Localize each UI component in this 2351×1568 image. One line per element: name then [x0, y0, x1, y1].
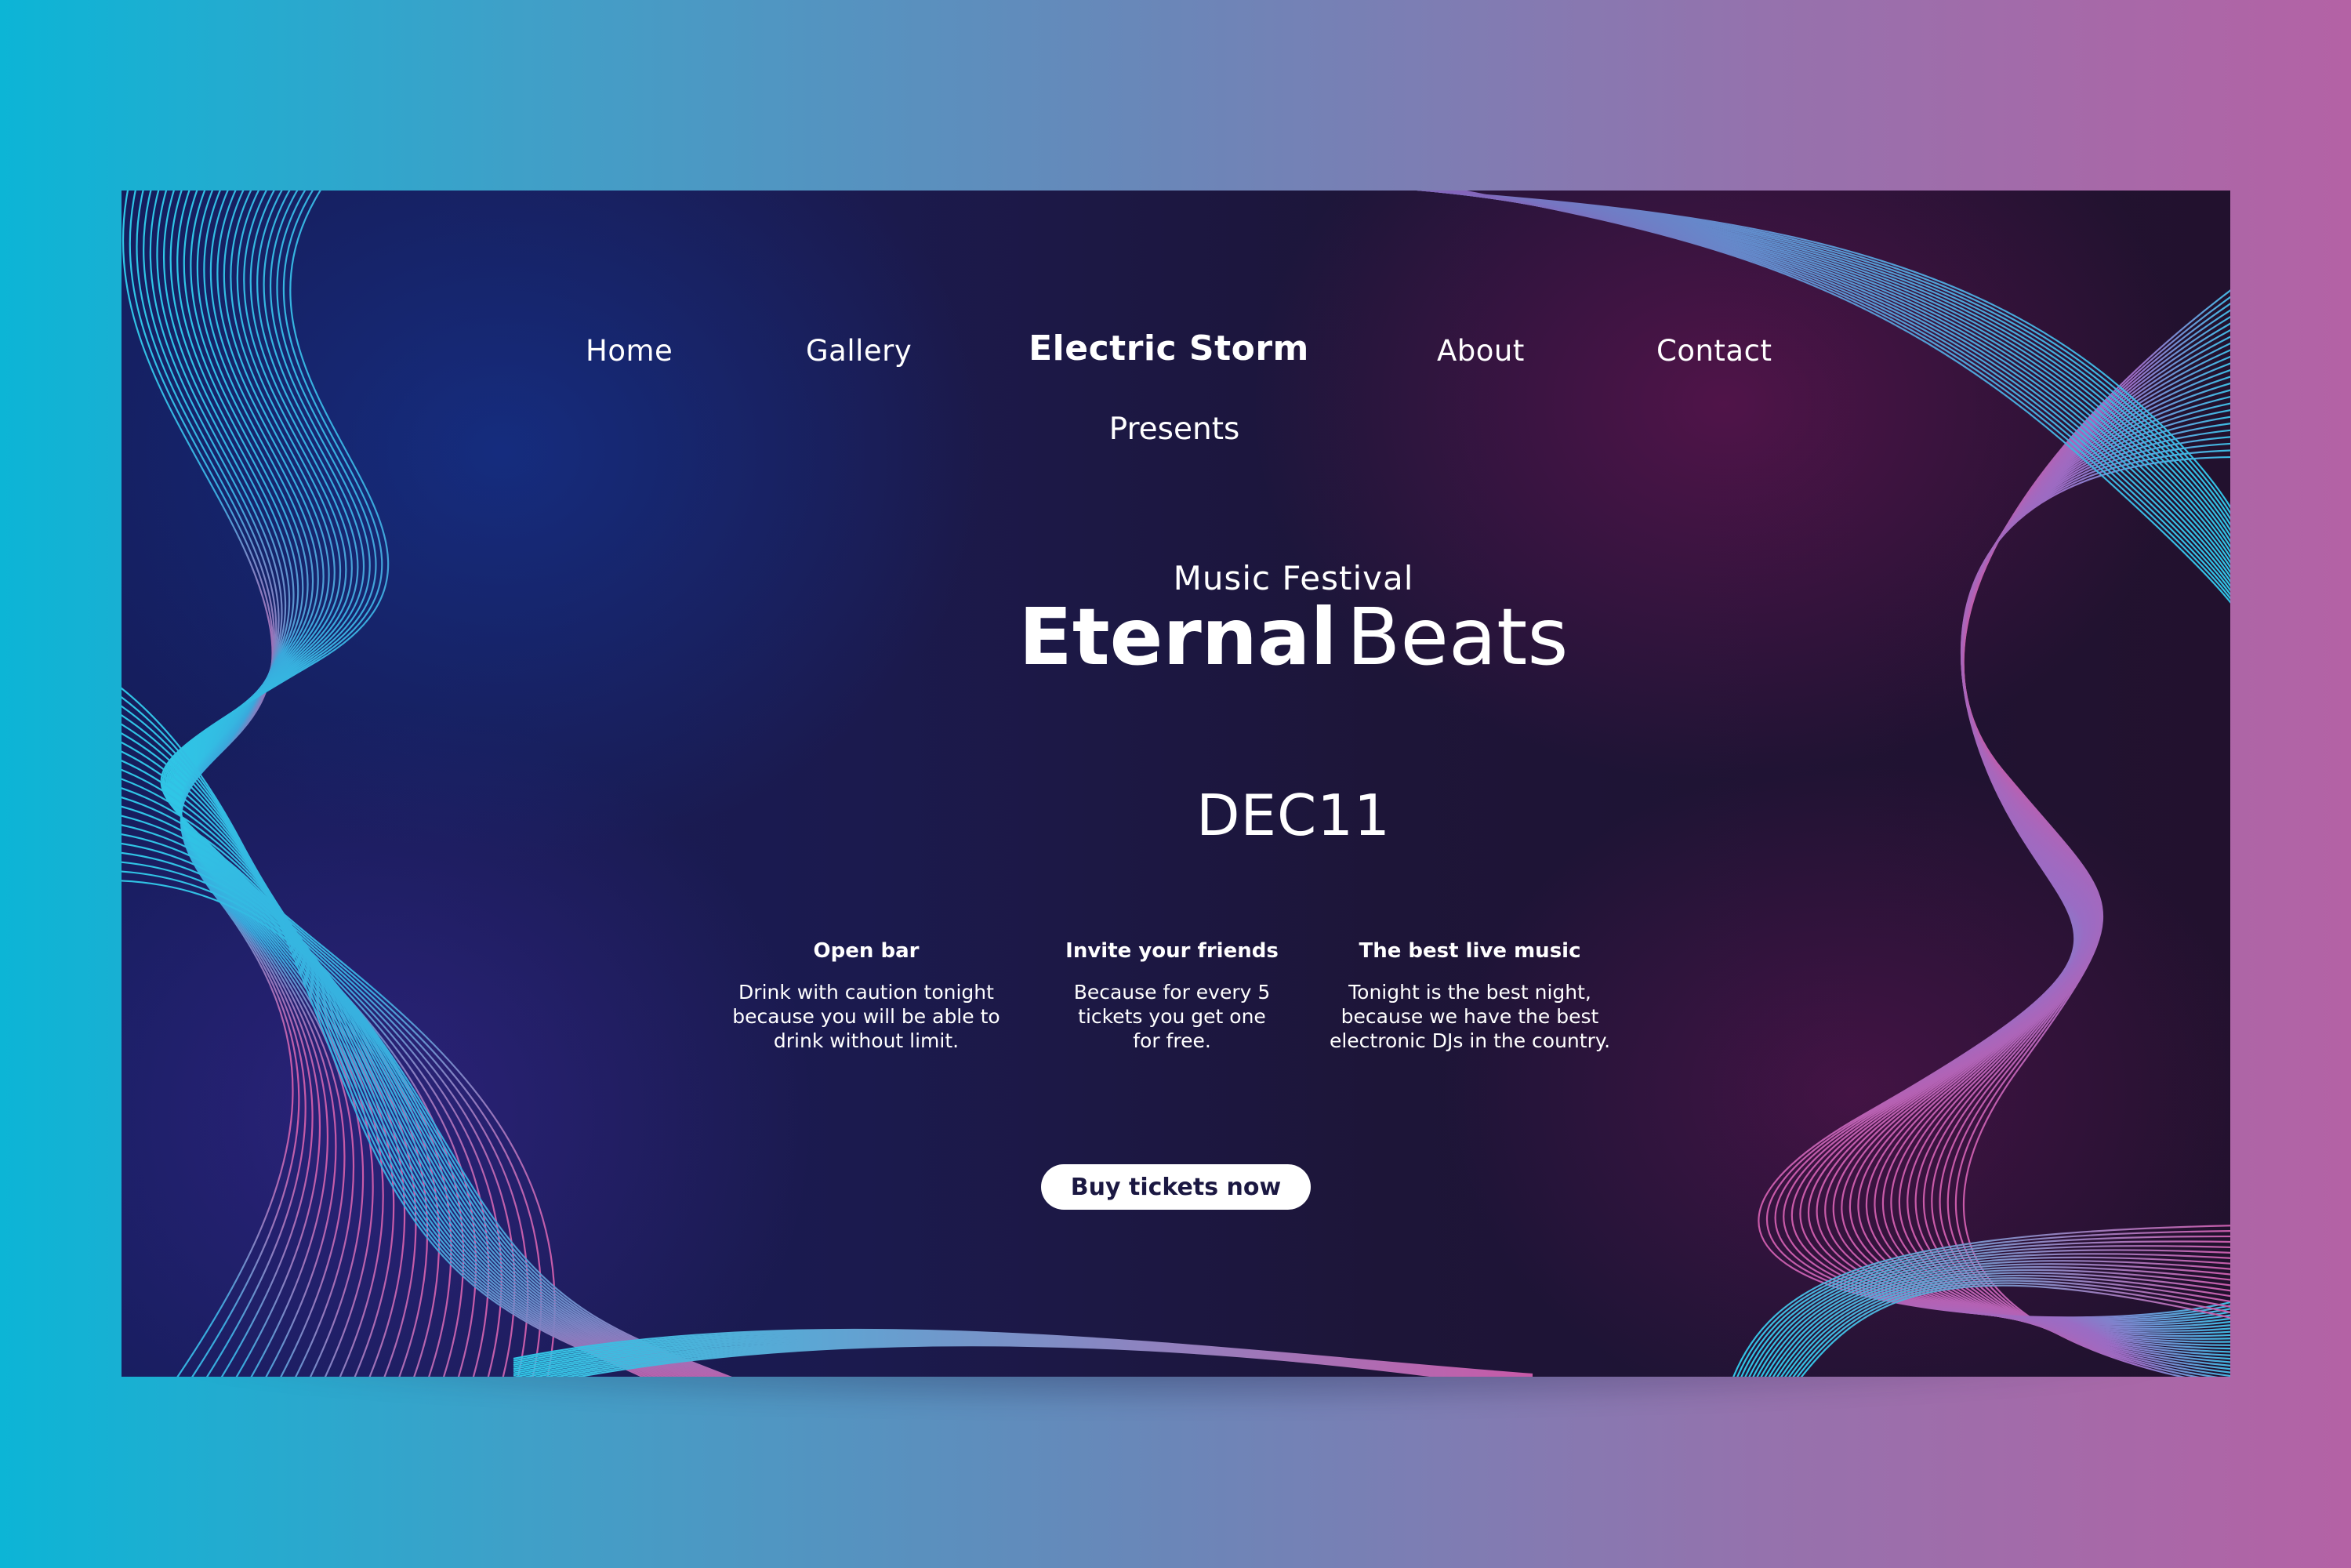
- feature-description: Drink with caution tonight because you w…: [702, 980, 1031, 1053]
- nav-contact-link[interactable]: Contact: [1656, 334, 1772, 368]
- wave-line: [122, 851, 720, 1377]
- wave-line: [122, 723, 662, 1377]
- wave-line: [1816, 409, 2230, 1330]
- wave-line: [122, 870, 728, 1377]
- feature-line: Drink with caution tonight: [738, 981, 994, 1004]
- wave-line: [129, 191, 300, 1377]
- right-wave-lines: [1758, 289, 2230, 1377]
- feature-title: Open bar: [813, 939, 920, 963]
- wave-line: [122, 861, 724, 1377]
- feature-line: for free.: [1133, 1029, 1211, 1052]
- hero-title-light: Beats: [1346, 591, 1569, 683]
- hero-title-bold: Eternal: [1018, 591, 1337, 683]
- brand-name[interactable]: Electric Storm: [934, 328, 1404, 368]
- event-date: DEC11: [1196, 782, 1391, 848]
- feature-line: Tonight is the best night,: [1348, 981, 1591, 1004]
- wave-line: [1790, 429, 2230, 1324]
- feature-line: electronic DJs in the country.: [1329, 1029, 1611, 1052]
- wave-line: [176, 191, 417, 1377]
- feature-description: Because for every 5 tickets you get one …: [1047, 980, 1297, 1053]
- wave-line: [122, 833, 712, 1377]
- feature-description: Tonight is the best night, because we ha…: [1305, 980, 1634, 1053]
- feature-line: drink without limit.: [773, 1029, 960, 1052]
- feature-live-music: The best live music Tonight is the best …: [1305, 939, 1634, 1053]
- feature-line: because you will be able to: [732, 1005, 1000, 1028]
- feature-title: The best live music: [1359, 939, 1581, 963]
- wave-line: [1832, 396, 2230, 1334]
- feature-open-bar: Open bar Drink with caution tonight beca…: [702, 939, 1031, 1053]
- wave-line: [177, 191, 395, 1377]
- nav-gallery-link[interactable]: Gallery: [806, 334, 912, 368]
- brand-presents: Presents: [1108, 412, 1240, 447]
- wave-line: [1774, 442, 2230, 1321]
- feature-line: Because for every 5: [1073, 981, 1271, 1004]
- left-wave-lines: [122, 191, 732, 1377]
- nav-home-link[interactable]: Home: [586, 334, 673, 368]
- wave-line: [1783, 436, 2230, 1323]
- feature-title: Invite your friends: [1065, 939, 1279, 963]
- buy-tickets-button[interactable]: Buy tickets now: [1041, 1164, 1311, 1210]
- landing-panel: Home Gallery Electric Storm Presents Abo…: [122, 191, 2230, 1377]
- nav-about-link[interactable]: About: [1437, 334, 1525, 368]
- wave-line: [166, 191, 502, 1377]
- feature-line: tickets you get one: [1078, 1005, 1266, 1028]
- feature-line: because we have the best: [1341, 1005, 1599, 1028]
- wave-line: [168, 191, 490, 1377]
- wave-line: [176, 191, 406, 1377]
- wave-line: [1824, 402, 2230, 1332]
- feature-invite-friends: Invite your friends Because for every 5 …: [1047, 939, 1297, 1053]
- wave-line: [178, 191, 374, 1377]
- wave-line: [122, 880, 732, 1377]
- wave-line: [122, 696, 649, 1377]
- wave-line: [1808, 416, 2230, 1328]
- wave-line: [1799, 423, 2230, 1326]
- hero-title: Eternal Beats: [902, 590, 1685, 684]
